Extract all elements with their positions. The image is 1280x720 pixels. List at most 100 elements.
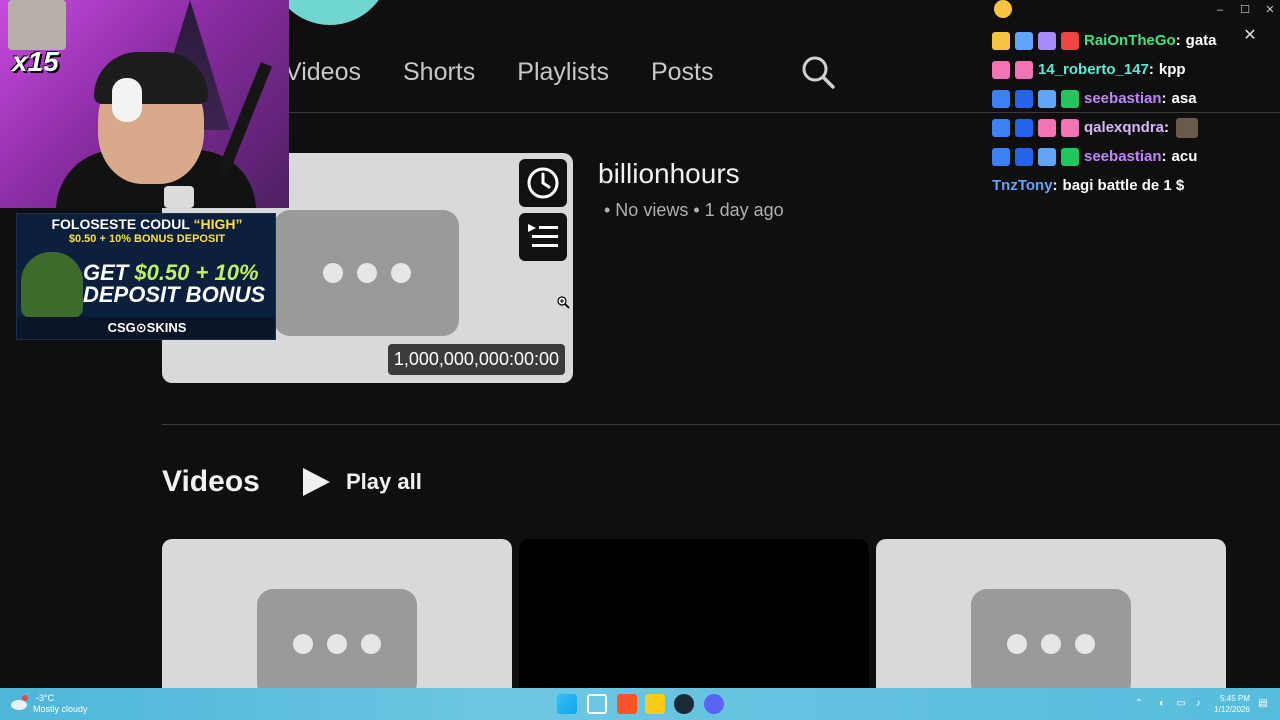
chat-text: kpp [1158,61,1186,78]
queue-icon [528,224,558,247]
featured-video-meta: • No views • 1 day ago [604,200,784,220]
alert-avatar [8,0,66,50]
search-icon [802,56,835,89]
chat-message: qalexqndra: [992,113,1232,142]
window-close-icon[interactable]: ✕ [1262,2,1278,18]
chat-message: seebastian: acu [992,142,1232,171]
video-duration-badge: 1,000,000,000:00:00 [387,344,565,375]
tray-chevron-icon[interactable]: ⌃ [1132,697,1146,711]
channel-search-button[interactable] [800,54,836,90]
clock-time[interactable]: 5:45 PM [1220,694,1250,703]
discord-icon[interactable] [704,694,724,714]
chat-badge-icon [992,31,1010,50]
emoji-icon [994,0,1012,18]
chat-username[interactable]: seebastian [1084,90,1162,107]
chat-text: bagi battle de 1 $ [1062,177,1185,194]
brave-browser-icon[interactable] [617,694,637,714]
thumbnail-placeholder [274,210,459,336]
start-icon[interactable] [557,694,577,714]
sponsor-subline: $0.50 + 10% BONUS DEPOSIT [68,233,226,245]
video-thumbnail[interactable] [876,539,1226,689]
chat-text: acu [1171,148,1198,165]
weather-cloud-icon[interactable] [10,695,28,711]
thumbnail-placeholder [257,589,417,689]
chat-message: seebastian: asa [992,84,1232,113]
streamer-webcam: x15 [0,0,289,208]
chat-badge-icon [1061,31,1079,50]
drink-can [164,186,194,208]
sponsor-mascot [21,252,83,318]
play-icon [303,468,330,496]
chat-badge-icon [1015,89,1033,108]
play-all-button[interactable]: Play all [300,464,422,500]
sponsor-offer: GET $0.50 + 10% DEPOSIT BONUS [83,260,266,307]
chat-close-icon[interactable]: ✕ [1240,26,1260,46]
display-icon[interactable]: ▭ [1174,697,1188,711]
chat-username[interactable]: 14_roberto_147 [1038,61,1149,78]
chat-badge-icon [1038,118,1056,137]
chat-badge-icon [1061,118,1079,137]
chat-badge-icon [1015,31,1033,50]
zoom-cursor-icon [557,296,570,309]
add-to-queue-button[interactable] [519,213,567,261]
videos-section-title: Videos [162,465,260,498]
featured-video-title[interactable]: billionhours [598,158,740,190]
weather-description: Mostly cloudy [33,704,88,714]
video-thumbnail[interactable] [162,539,512,689]
tab-posts[interactable]: Posts [651,58,714,87]
steam-icon[interactable] [674,694,694,714]
chat-separator: : [1164,119,1170,136]
volume-icon[interactable]: ♪ [1191,697,1205,711]
chat-text: asa [1171,90,1197,107]
clock-date[interactable]: 1/12/2026 [1212,705,1252,714]
chat-badge-icon [1061,147,1079,166]
chat-separator: : [1175,32,1181,49]
chat-username[interactable]: TnzTony [992,177,1053,194]
watch-later-button[interactable] [519,159,567,207]
chat-text: gata [1185,32,1217,49]
chat-separator: : [1161,148,1167,165]
chat-message: RaiOnTheGo: gata [992,26,1232,55]
chat-username[interactable]: qalexqndra [1084,119,1164,136]
chat-badge-icon [1038,147,1056,166]
chat-username[interactable]: seebastian [1084,148,1162,165]
chat-separator: : [1161,90,1167,107]
weather-temperature: -3°C [36,693,55,703]
chat-message: TnzTony: bagi battle de 1 $ [992,171,1232,200]
sponsor-brand: CSG⊙SKINS [17,317,275,339]
headphones [112,78,142,122]
chat-badge-icon [992,89,1010,108]
play-all-label: Play all [346,469,422,494]
channel-tabs: Videos Shorts Playlists Posts [285,52,755,92]
sponsor-banner: FOLOSESTE CODUL “HIGH” $0.50 + 10% BONUS… [16,213,276,340]
chat-badge-icon [1015,118,1033,137]
section-divider [162,424,1280,425]
maximize-icon[interactable]: ☐ [1237,2,1253,18]
file-explorer-icon[interactable] [645,694,665,714]
tab-playlists[interactable]: Playlists [517,58,609,87]
chat-badge-icon [1015,60,1033,79]
chat-badge-icon [992,118,1010,137]
chat-badge-icon [1038,89,1056,108]
tab-shorts[interactable]: Shorts [403,58,475,87]
chat-badge-icon [1061,89,1079,108]
notification-icon[interactable]: ▤ [1256,697,1270,711]
chat-message: 14_roberto_147: kpp [992,55,1232,84]
chat-emote-icon [1176,117,1199,138]
chat-badge-icon [1038,31,1056,50]
minimize-icon[interactable]: – [1212,2,1228,18]
speaker-icon[interactable]: ◖ [1154,697,1168,711]
chat-badge-icon [992,60,1010,79]
clock-icon [527,167,559,199]
chat-username[interactable]: RaiOnTheGo [1084,32,1176,49]
tab-videos[interactable]: Videos [285,58,361,87]
video-thumbnail[interactable] [519,539,869,689]
sponsor-headline: FOLOSESTE CODUL “HIGH” [51,216,243,232]
chat-badge-icon [1015,147,1033,166]
chat-feed: RaiOnTheGo: gata 14_roberto_147: kpp seebast… [992,26,1232,200]
task-view-icon[interactable] [587,694,607,714]
chat-separator: : [1148,61,1154,78]
chat-separator: : [1052,177,1058,194]
thumbnail-placeholder [971,589,1131,689]
multiplier-label: x15 [12,46,59,77]
